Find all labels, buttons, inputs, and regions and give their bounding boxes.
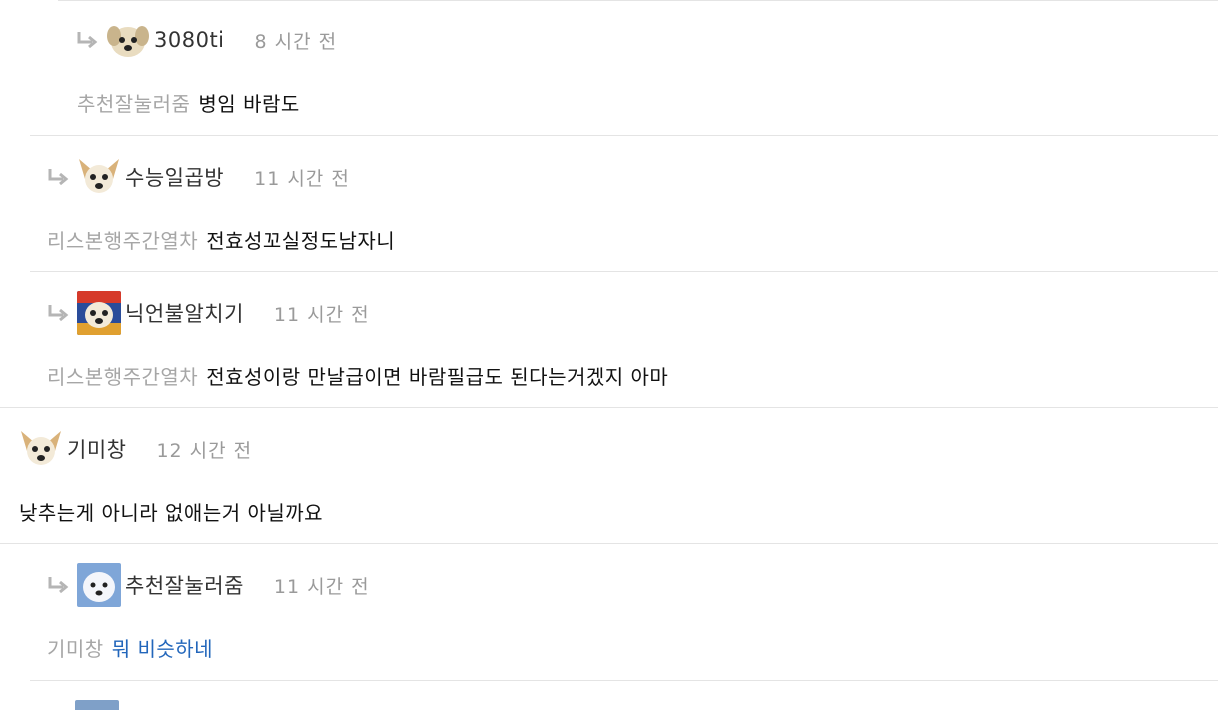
- comment-time: 11 시간 전: [254, 167, 350, 190]
- comment-time: 11 시간 전: [273, 303, 370, 326]
- mention-tag[interactable]: 기미창: [47, 637, 104, 661]
- avatar[interactable]: [106, 18, 150, 62]
- comment-divider: [30, 135, 1218, 136]
- comment-text: 뭐 비슷하네: [111, 637, 214, 661]
- comment-divider: [30, 271, 1218, 272]
- comment-time: 12 시간 전: [156, 439, 253, 462]
- comment-text: 전효성이랑 만날급이면 바람필급도 된다는거겠지 아마: [206, 365, 669, 389]
- mention-tag[interactable]: 추천잘눌러줌: [77, 92, 190, 116]
- reply-arrow-icon: [48, 169, 69, 186]
- comment-author[interactable]: 추천잘눌러줌: [125, 570, 244, 600]
- reply-arrow-icon: [48, 577, 69, 594]
- comment-author[interactable]: 3080ti: [154, 28, 225, 52]
- comment-author[interactable]: 기미창: [67, 434, 126, 464]
- comment-divider: [30, 680, 1218, 681]
- comment-divider: [58, 0, 1218, 1]
- comment-author[interactable]: 수능일곱방: [125, 162, 224, 192]
- avatar[interactable]: [77, 155, 121, 199]
- comment-author[interactable]: 닉언불알치기: [125, 298, 244, 328]
- comment-divider: [0, 543, 1218, 544]
- comment-text: 병임 바람도: [198, 92, 300, 116]
- mention-tag[interactable]: 리스본행주간열차: [47, 365, 198, 389]
- avatar[interactable]: [75, 700, 119, 710]
- comment-time: 11 시간 전: [273, 575, 370, 598]
- mention-tag[interactable]: 리스본행주간열차: [47, 229, 198, 253]
- comment-divider: [0, 407, 1218, 408]
- reply-arrow-icon: [77, 32, 98, 49]
- avatar[interactable]: [77, 291, 121, 335]
- avatar[interactable]: [77, 563, 121, 607]
- reply-arrow-icon: [48, 305, 69, 322]
- avatar[interactable]: [19, 427, 63, 471]
- comment-text: 전효성꼬실정도남자니: [206, 229, 396, 253]
- comment-time: 8 시간 전: [254, 30, 338, 53]
- comment-text: 낮추는게 아니라 없애는거 아닐까요: [19, 501, 324, 525]
